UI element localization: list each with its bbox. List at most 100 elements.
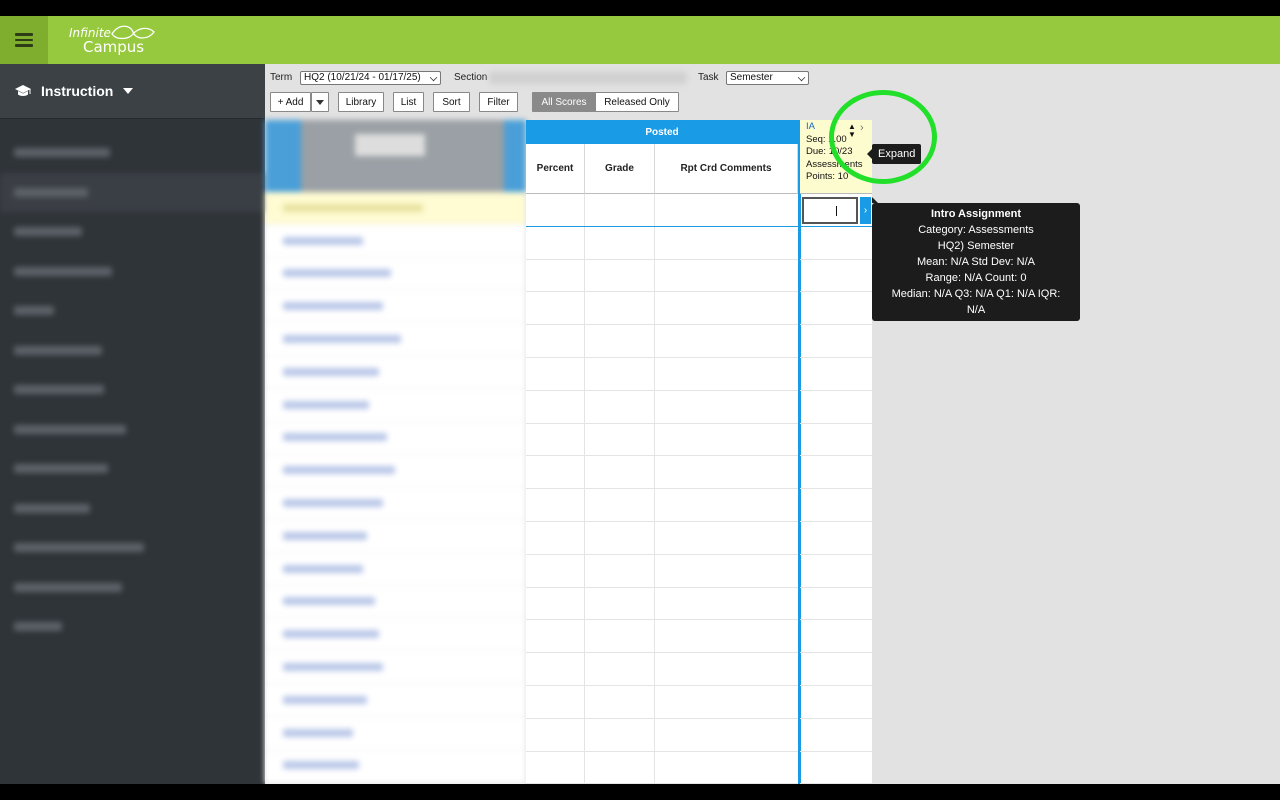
score-cell[interactable] [800, 653, 872, 686]
task-select-value: Semester [730, 72, 773, 83]
score-cell[interactable] [800, 555, 872, 588]
infinite-campus-logo[interactable]: Infinite Campus [68, 22, 168, 58]
student-row[interactable] [265, 618, 526, 652]
score-cell[interactable] [800, 522, 872, 555]
table-row[interactable] [526, 653, 798, 686]
table-row[interactable] [526, 521, 798, 555]
add-button[interactable]: + Add [270, 92, 311, 112]
score-cell[interactable] [800, 456, 872, 490]
released-only-toggle[interactable]: Released Only [595, 92, 679, 112]
score-cell[interactable]: › [800, 194, 872, 227]
score-cell[interactable] [800, 620, 872, 654]
sidebar-item[interactable] [0, 212, 265, 252]
student-row[interactable] [265, 290, 526, 324]
sidebar-item[interactable] [0, 133, 265, 173]
score-cell[interactable] [800, 325, 872, 358]
table-row[interactable] [526, 423, 798, 457]
table-row[interactable] [526, 489, 798, 522]
student-row[interactable] [265, 487, 526, 520]
student-row[interactable] [265, 323, 526, 356]
table-row[interactable] [526, 194, 798, 227]
score-cell[interactable] [800, 752, 872, 784]
score-cell[interactable] [800, 424, 872, 457]
student-row[interactable] [265, 553, 526, 586]
student-row[interactable] [265, 356, 526, 389]
table-row[interactable] [526, 292, 798, 326]
table-row[interactable] [526, 226, 798, 260]
sidebar-item[interactable] [0, 489, 265, 529]
score-cell[interactable] [800, 588, 872, 621]
score-cell[interactable] [800, 260, 872, 293]
hamburger-menu-button[interactable] [0, 16, 48, 64]
caret-down-icon [316, 99, 324, 105]
sidebar-item[interactable] [0, 370, 265, 410]
score-cell[interactable] [800, 358, 872, 391]
task-select[interactable]: Semester [726, 71, 809, 85]
score-cell[interactable] [800, 292, 872, 326]
student-row[interactable] [265, 258, 526, 291]
student-list-blurred [265, 120, 526, 784]
table-row[interactable] [526, 259, 798, 293]
table-row[interactable] [526, 390, 798, 424]
score-cell[interactable] [800, 227, 872, 260]
column-header-percent[interactable]: Percent [526, 144, 585, 194]
score-cell[interactable] [800, 391, 872, 424]
student-row[interactable] [265, 520, 526, 553]
instruction-menu-toggle[interactable]: Instruction [0, 64, 265, 119]
table-row[interactable] [526, 587, 798, 621]
score-cell[interactable] [800, 719, 872, 752]
student-row[interactable] [265, 586, 526, 619]
sidebar-item[interactable] [0, 252, 265, 292]
score-cell[interactable] [800, 489, 872, 522]
term-select[interactable]: HQ2 (10/21/24 - 01/17/25) [300, 71, 441, 85]
sidebar-item[interactable] [0, 607, 265, 647]
table-row[interactable] [526, 620, 798, 654]
student-row[interactable] [265, 684, 526, 717]
all-scores-toggle[interactable]: All Scores [532, 92, 596, 112]
column-header-rpt-crd-comments[interactable]: Rpt Crd Comments [655, 144, 798, 194]
sidebar-title: Instruction [41, 83, 114, 99]
table-row[interactable] [526, 751, 798, 784]
sidebar-item[interactable] [0, 528, 265, 568]
score-detail-arrow-icon[interactable]: › [860, 197, 871, 224]
tooltip-line: N/A [966, 304, 986, 316]
sort-button[interactable]: Sort [433, 92, 470, 112]
assignment-score-cells: › [800, 194, 872, 784]
student-row[interactable] [265, 389, 526, 422]
add-options-dropdown[interactable] [311, 92, 329, 112]
column-header-grade[interactable]: Grade [585, 144, 655, 194]
tooltip-line: Median: N/A Q3: N/A Q1: N/A IQR: [891, 288, 1061, 300]
sidebar-item[interactable] [0, 449, 265, 489]
student-row[interactable] [265, 422, 526, 455]
table-row[interactable] [526, 554, 798, 588]
released-only-label: Released Only [604, 96, 670, 108]
table-row[interactable] [526, 357, 798, 391]
student-row[interactable] [265, 750, 526, 783]
table-row[interactable] [526, 456, 798, 490]
sidebar-item[interactable] [0, 568, 265, 608]
table-row[interactable] [526, 325, 798, 358]
student-row[interactable] [265, 192, 526, 225]
term-select-value: HQ2 (10/21/24 - 01/17/25) [304, 72, 421, 83]
sidebar-item[interactable] [0, 410, 265, 450]
term-label: Term [270, 72, 293, 83]
student-row[interactable] [265, 225, 526, 258]
library-button-label: Library [345, 96, 377, 108]
sidebar-item[interactable] [0, 291, 265, 331]
section-select-blurred[interactable] [489, 72, 687, 84]
add-button-label: + Add [277, 96, 304, 108]
filter-button[interactable]: Filter [479, 92, 518, 112]
score-input[interactable] [802, 197, 858, 224]
student-row[interactable] [265, 651, 526, 684]
list-button[interactable]: List [393, 92, 424, 112]
sidebar-item[interactable] [0, 331, 265, 371]
table-row[interactable] [526, 685, 798, 719]
sidebar-item[interactable] [0, 172, 265, 212]
library-button[interactable]: Library [338, 92, 384, 112]
table-row[interactable] [526, 718, 798, 752]
posted-grade-rows [526, 194, 798, 784]
score-cell[interactable] [800, 686, 872, 719]
student-row[interactable] [265, 454, 526, 488]
sidebar-nav-list [0, 119, 265, 647]
student-row[interactable] [265, 717, 526, 750]
